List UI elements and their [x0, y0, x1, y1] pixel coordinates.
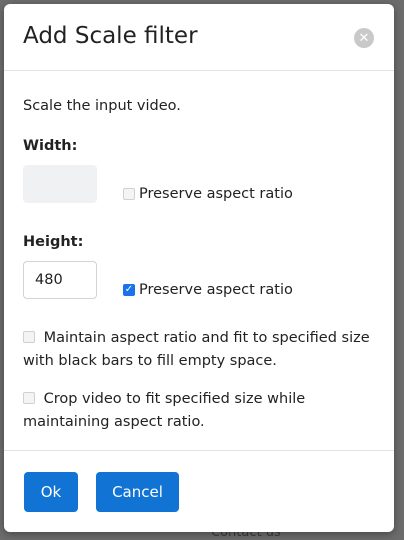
width-input[interactable] — [23, 165, 97, 203]
dialog-footer: Ok Cancel — [4, 450, 394, 532]
dialog-title: Add Scale filter — [23, 23, 198, 49]
cancel-button[interactable]: Cancel — [96, 472, 179, 512]
height-label: Height: — [23, 234, 84, 250]
crop-fit-label: Crop video to fit specified size while m… — [23, 391, 306, 430]
checkbox-checked-icon[interactable]: ✓ — [123, 284, 135, 296]
maintain-aspect-fit-option[interactable]: Maintain aspect ratio and fit to specifi… — [23, 327, 373, 373]
width-preserve-aspect-label: Preserve aspect ratio — [139, 186, 293, 202]
scale-filter-dialog: Add Scale filter ✕ Scale the input video… — [4, 4, 394, 532]
width-label: Width: — [23, 138, 78, 154]
dialog-header: Add Scale filter ✕ — [4, 4, 394, 71]
maintain-aspect-fit-label: Maintain aspect ratio and fit to specifi… — [23, 330, 370, 369]
checkbox-box[interactable] — [23, 392, 35, 404]
close-icon[interactable]: ✕ — [354, 28, 374, 48]
height-input[interactable] — [23, 261, 97, 299]
height-preserve-aspect-checkbox[interactable]: ✓ Preserve aspect ratio — [123, 282, 293, 298]
dialog-description: Scale the input video. — [23, 98, 181, 114]
checkbox-box[interactable] — [23, 331, 35, 343]
ok-button[interactable]: Ok — [24, 472, 78, 512]
checkbox-box[interactable] — [123, 188, 135, 200]
dialog-body: Scale the input video. Width: Preserve a… — [4, 71, 394, 451]
width-preserve-aspect-checkbox[interactable]: Preserve aspect ratio — [123, 186, 293, 202]
height-preserve-aspect-label: Preserve aspect ratio — [139, 282, 293, 298]
crop-fit-option[interactable]: Crop video to fit specified size while m… — [23, 388, 373, 434]
